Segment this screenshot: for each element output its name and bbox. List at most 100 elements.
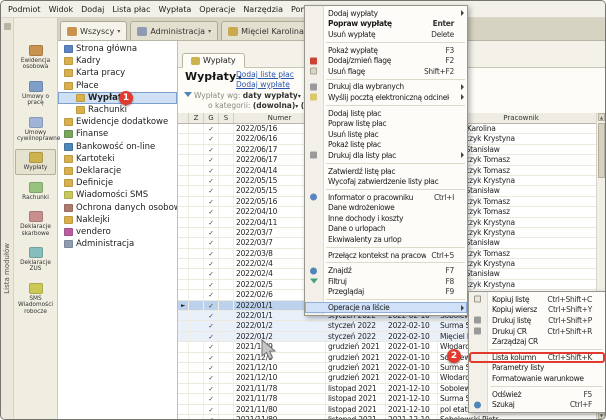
menu-bar-item[interactable]: Wypłata [154, 3, 195, 16]
tree-item[interactable]: Strona główna [58, 43, 177, 55]
tree-item-icon [64, 118, 73, 126]
module-item[interactable]: Deklaracje ZUS [15, 244, 56, 276]
menu-item-icon [474, 328, 481, 335]
context-menu-item[interactable]: Ekwiwalenty za urlop [305, 234, 467, 245]
tree-item[interactable]: Naklejki [58, 214, 177, 226]
tree-item[interactable]: Płace [58, 80, 177, 92]
context-menu-item[interactable]: Znajdź F7 [305, 265, 467, 276]
col-z[interactable]: Z [189, 113, 204, 123]
filter-value-category[interactable]: (dowolna) [253, 101, 298, 110]
chevron-down-icon [298, 93, 301, 100]
workspace-tab[interactable]: Wszyscy [60, 21, 127, 40]
menu-bar-item[interactable]: Narzędzia [239, 3, 287, 16]
submenu-item[interactable]: Kopiuj wiersz Ctrl+Shift+Y [469, 305, 605, 316]
add-payroll-list-link[interactable]: Dodaj listę płac [236, 70, 294, 79]
tree-item[interactable]: Kartoteki [58, 153, 177, 165]
context-menu-item[interactable]: Informator o pracowniku Ctrl+I [305, 192, 467, 203]
submenu-item[interactable]: Parametry listy [469, 363, 605, 374]
module-item[interactable]: Umowy o pracę [15, 78, 56, 110]
chevron-down-icon[interactable] [208, 28, 211, 35]
context-menu-item[interactable]: Usuń listę płac [305, 129, 467, 140]
context-menu-item[interactable]: Wyślij pocztą elektroniczną odcinek z wy… [305, 92, 467, 103]
submenu-arrow-icon [461, 94, 464, 100]
context-menu-item[interactable]: Zatwierdź listę płac [305, 166, 467, 177]
menu-bar-item[interactable]: Dodaj [77, 3, 108, 16]
submenu-item[interactable]: Lista kolumn Ctrl+Shift+K [469, 352, 605, 363]
cell-numer: 2021/11/80 [234, 415, 326, 419]
context-menu-item[interactable]: Przeglądaj F9 [305, 287, 467, 298]
submenu-item[interactable]: Drukuj CR Ctrl+Shift+R [469, 326, 605, 337]
menu-bar-item[interactable]: Widok [45, 3, 78, 16]
module-label: Umowy o pracę [22, 94, 49, 106]
tree-item-icon [64, 130, 73, 138]
menu-item-shortcut: F7 [441, 266, 455, 275]
module-item[interactable]: Deklaracje skarbowe [15, 208, 56, 240]
context-menu-item[interactable]: Dodaj/zmień flagę F2 [305, 55, 467, 66]
tree-item[interactable]: Ewidencje dodatkowe [58, 116, 177, 128]
workspace-tab[interactable]: Administracja [130, 21, 218, 40]
module-icon [29, 81, 43, 92]
context-menu-item[interactable]: Drukuj dla listy płac [305, 150, 467, 161]
context-menu-item[interactable]: Usuń wypłatę Delete [305, 29, 467, 40]
chevron-down-icon[interactable] [117, 28, 120, 35]
submenu-item[interactable]: Odśwież F5 [469, 389, 605, 400]
tree-item[interactable]: Karta pracy [58, 67, 177, 79]
page-title[interactable]: Wypłaty [185, 70, 242, 83]
context-menu-item[interactable]: Dane o urlopach [305, 224, 467, 235]
context-menu-item[interactable]: Dodaj wypłaty [305, 8, 467, 19]
menu-item-icon [310, 152, 317, 159]
module-strip[interactable]: Lista modułów [1, 18, 14, 419]
context-menu-item[interactable]: Pokaż wypłatę F3 [305, 45, 467, 56]
menu-bar-item[interactable]: Operacje [195, 3, 239, 16]
col-indicator[interactable] [178, 113, 189, 123]
selected-row-indicator [178, 363, 189, 372]
context-menu-item[interactable]: Usuń flagę Shift+F2 [305, 66, 467, 77]
context-menu-item[interactable]: Dodaj listę płac [305, 108, 467, 119]
col-g[interactable]: G [204, 113, 219, 123]
tree-item[interactable]: Wypłaty [58, 92, 177, 104]
add-payment-link[interactable]: Dodaj wypłatę [236, 80, 290, 89]
menu-bar-item[interactable]: Lista płac [108, 3, 154, 16]
scrollbar-thumb[interactable] [598, 123, 605, 178]
menu-bar-item[interactable]: Podmiot [4, 3, 45, 16]
tree-item[interactable]: Deklaracje [58, 165, 177, 177]
context-menu-item[interactable]: Drukuj dla wybranych [305, 82, 467, 93]
tree-item[interactable]: Kadry [58, 55, 177, 67]
module-item[interactable]: Wypłaty [15, 149, 56, 174]
module-item[interactable]: Rachunki [15, 179, 56, 204]
submenu-item[interactable]: Formatowanie warunkowe [469, 373, 605, 384]
context-menu-item[interactable]: Popraw wypłatę Enter [305, 19, 467, 30]
table-row[interactable]: ✓ 2021/11/80 listopad 2021 2021-12-10 So… [178, 415, 605, 419]
context-menu-item[interactable]: Pokaż listę płac [305, 140, 467, 151]
col-s[interactable]: S [219, 113, 234, 123]
context-menu-item[interactable]: Dane wdrożeniowe [305, 203, 467, 214]
workspace-tab[interactable]: Mięciel Karolina [221, 21, 317, 40]
module-item[interactable]: SMS Wiadomości robocze [15, 280, 56, 318]
filter-value-sort[interactable]: daty wypłaty [243, 91, 301, 100]
tree-item[interactable]: vendero [58, 226, 177, 238]
submenu-item[interactable]: Szukaj Ctrl+F [469, 399, 605, 410]
scroll-up-icon[interactable] [598, 113, 605, 121]
context-menu-item[interactable]: Inne dochody i koszty [305, 213, 467, 224]
context-menu-item[interactable]: Wycofaj zatwierdzenie listy płac [305, 176, 467, 187]
tree-item[interactable]: Definicje [58, 177, 177, 189]
tab-wyplaty[interactable]: Wypłaty [182, 53, 245, 68]
submenu-item[interactable]: Drukuj listę Ctrl+Shift+P [469, 315, 605, 326]
tree-item[interactable]: Bankowość on-line [58, 141, 177, 153]
module-item[interactable]: Ewidencja osobowa [15, 42, 56, 74]
menu-item-label: Ekwiwalenty za urlop [328, 235, 449, 244]
submenu-item[interactable]: Kopiuj listę Ctrl+Shift+C [469, 294, 605, 305]
tree-item[interactable]: Rachunki [58, 104, 177, 116]
context-menu-item[interactable]: Popraw listę płac [305, 118, 467, 129]
cell-s [219, 301, 234, 310]
context-menu-item[interactable]: Operacje na liście [305, 302, 467, 313]
cell-lista-plac: grudzień 2021 [326, 363, 386, 372]
tree-item[interactable]: Ochrona danych osobowych [58, 201, 177, 213]
tree-item[interactable]: Wiadomości SMS [58, 189, 177, 201]
tree-item[interactable]: Administracja [58, 238, 177, 250]
tree-item[interactable]: Finanse [58, 128, 177, 140]
module-item[interactable]: Umowy cywilnoprawne [15, 114, 56, 146]
context-menu-item[interactable]: Filtruj F8 [305, 276, 467, 287]
context-menu-item[interactable]: Przełącz kontekst na pracownika Ctrl+5 [305, 250, 467, 261]
submenu-item[interactable]: Zarządzaj CR [469, 336, 605, 347]
